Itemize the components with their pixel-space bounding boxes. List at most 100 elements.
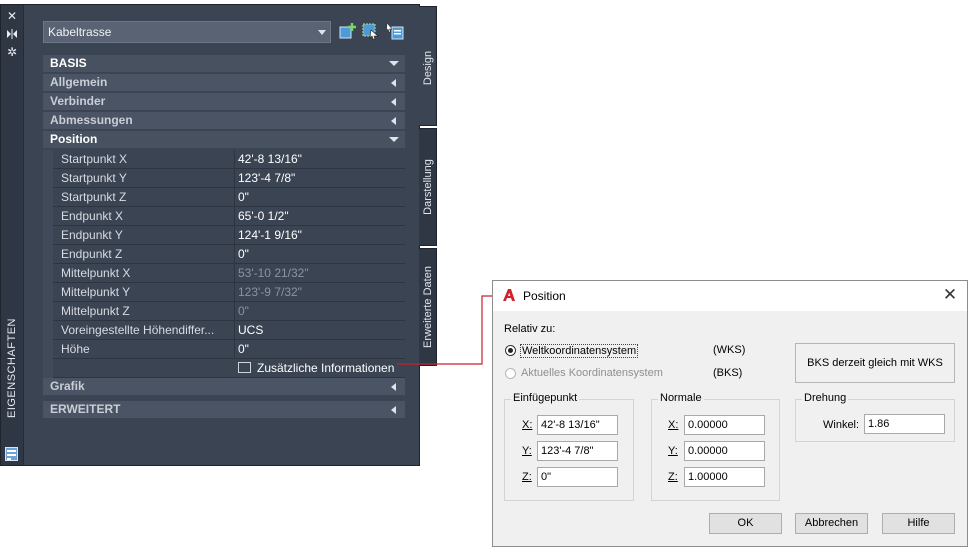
property-name: Voreingestellte Höhendiffer...: [61, 323, 215, 337]
dialog-titlebar: Position ✕: [493, 281, 967, 311]
rotation-group: Drehung Winkel: 1.86: [795, 392, 955, 442]
property-value[interactable]: 123'-9 7/32": [236, 283, 407, 302]
expand-icon: [391, 117, 396, 125]
rotation-title: Drehung: [802, 392, 849, 404]
property-value[interactable]: 0": [236, 188, 407, 207]
quick-select-icon[interactable]: [362, 22, 380, 40]
property-name: Höhe: [61, 342, 90, 356]
properties-palette-icon: [5, 447, 18, 461]
category-erweitert[interactable]: ERWEITERT: [43, 401, 405, 418]
category-grafik[interactable]: Grafik: [43, 378, 405, 395]
property-row[interactable]: Voreingestellte Höhendiffer... UCS: [43, 321, 405, 340]
property-value[interactable]: 0": [236, 245, 407, 264]
more-info-link[interactable]: Zusätzliche Informationen: [238, 359, 394, 378]
normal-x-field[interactable]: 0.00000: [684, 415, 765, 435]
expand-icon: [391, 79, 396, 87]
dialog-title: Position: [523, 289, 566, 303]
insertion-y-field[interactable]: 123'-4 7/8": [537, 441, 618, 461]
property-row[interactable]: Endpunkt Z 0": [43, 245, 405, 264]
x-label: X:: [522, 419, 533, 431]
close-icon[interactable]: ✕: [941, 286, 959, 304]
collapse-icon: [389, 137, 399, 142]
radio-current-coordinate-system[interactable]: [505, 368, 516, 379]
palette-title-strip: ✕ ✲ EIGENSCHAFTEN: [1, 5, 24, 465]
object-type-dropdown[interactable]: Kabeltrasse: [43, 21, 331, 43]
property-row[interactable]: Mittelpunkt X 53'-10 21/32": [43, 264, 405, 283]
collapse-icon: [389, 61, 399, 66]
property-value[interactable]: 123'-4 7/8": [236, 169, 407, 188]
position-dialog: Position ✕ Relativ zu: Weltkoordinatensy…: [492, 280, 968, 547]
add-selection-icon[interactable]: [339, 22, 357, 40]
property-value[interactable]: 42'-8 13/16": [236, 150, 407, 169]
category-verbinder[interactable]: Verbinder: [43, 93, 405, 110]
property-name: Endpunkt Z: [61, 247, 123, 261]
property-name: Mittelpunkt Z: [61, 304, 130, 318]
property-row[interactable]: Startpunkt Y 123'-4 7/8": [43, 169, 405, 188]
property-row[interactable]: Startpunkt Z 0": [43, 188, 405, 207]
autohide-icon[interactable]: [5, 27, 19, 41]
wks-abbreviation: (WKS): [713, 344, 746, 356]
rotation-angle-field[interactable]: 1.86: [864, 414, 945, 434]
property-value[interactable]: UCS: [236, 321, 407, 340]
property-row[interactable]: Endpunkt Y 124'-1 9/16": [43, 226, 405, 245]
table-icon: [238, 362, 251, 373]
category-abmessungen[interactable]: Abmessungen: [43, 112, 405, 129]
expand-icon: [391, 98, 396, 106]
autocad-logo-icon: [502, 288, 516, 302]
palette-title: EIGENSCHAFTEN: [6, 318, 18, 419]
category-position[interactable]: Position: [43, 131, 405, 148]
relative-to-label: Relativ zu:: [504, 323, 556, 335]
x-label: X:: [668, 419, 679, 431]
property-row[interactable]: Höhe 0": [43, 340, 405, 359]
z-label: Z:: [522, 471, 532, 483]
tab-design[interactable]: Design: [419, 6, 437, 126]
property-name: Startpunkt Y: [61, 171, 127, 185]
property-name: Endpunkt Y: [61, 228, 123, 242]
property-row[interactable]: Mittelpunkt Z 0": [43, 302, 405, 321]
radio-current-label[interactable]: Aktuelles Koordinatensystem: [521, 367, 663, 379]
property-row[interactable]: Mittelpunkt Y 123'-9 7/32": [43, 283, 405, 302]
category-basis[interactable]: BASIS: [43, 55, 405, 72]
property-name: Startpunkt Z: [61, 190, 127, 204]
property-value[interactable]: 0": [236, 340, 407, 359]
property-value[interactable]: 124'-1 9/16": [236, 226, 407, 245]
insertion-point-group: Einfügepunkt X: 42'-8 13/16" Y: 123'-4 7…: [504, 392, 634, 501]
radio-world-label[interactable]: Weltkoordinatensystem: [520, 344, 639, 358]
bks-status-box: BKS derzeit gleich mit WKS: [795, 343, 955, 383]
normal-title: Normale: [658, 392, 704, 404]
properties-settings-icon[interactable]: ✲: [5, 45, 19, 59]
property-name: Endpunkt X: [61, 209, 124, 223]
insertion-x-field[interactable]: 42'-8 13/16": [537, 415, 618, 435]
expand-icon: [391, 406, 396, 414]
properties-palette: ✕ ✲ EIGENSCHAFTEN Kabeltrasse BASIS Allg…: [0, 4, 420, 466]
y-label: Y:: [522, 445, 532, 457]
property-row[interactable]: Endpunkt X 65'-0 1/2": [43, 207, 405, 226]
insertion-point-title: Einfügepunkt: [511, 392, 580, 404]
radio-world-coordinate-system[interactable]: [505, 345, 516, 356]
property-row[interactable]: Startpunkt X 42'-8 13/16": [43, 150, 405, 169]
help-button[interactable]: Hilfe: [882, 513, 955, 534]
property-name: Startpunkt X: [61, 152, 128, 166]
y-label: Y:: [668, 445, 678, 457]
chevron-down-icon: [318, 30, 326, 35]
close-icon[interactable]: ✕: [5, 9, 19, 23]
tab-darstellung[interactable]: Darstellung: [419, 128, 437, 246]
normal-z-field[interactable]: 1.00000: [684, 467, 765, 487]
ok-button[interactable]: OK: [709, 513, 782, 534]
insertion-z-field[interactable]: 0": [537, 467, 618, 487]
category-allgemein[interactable]: Allgemein: [43, 74, 405, 91]
property-value[interactable]: 0": [236, 302, 407, 321]
expand-icon: [391, 383, 396, 391]
property-name: Mittelpunkt Y: [61, 285, 131, 299]
property-value[interactable]: 65'-0 1/2": [236, 207, 407, 226]
more-info-row: Zusätzliche Informationen: [43, 359, 405, 378]
tab-erweiterte-daten[interactable]: Erweiterte Daten: [419, 248, 437, 366]
z-label: Z:: [668, 471, 678, 483]
property-value[interactable]: 53'-10 21/32": [236, 264, 407, 283]
bks-abbreviation: (BKS): [713, 367, 743, 379]
cancel-button[interactable]: Abbrechen: [795, 513, 868, 534]
normal-group: Normale X: 0.00000 Y: 0.00000 Z: 1.00000: [651, 392, 780, 501]
property-name: Mittelpunkt X: [61, 266, 131, 280]
select-objects-icon[interactable]: [386, 22, 404, 40]
normal-y-field[interactable]: 0.00000: [684, 441, 765, 461]
